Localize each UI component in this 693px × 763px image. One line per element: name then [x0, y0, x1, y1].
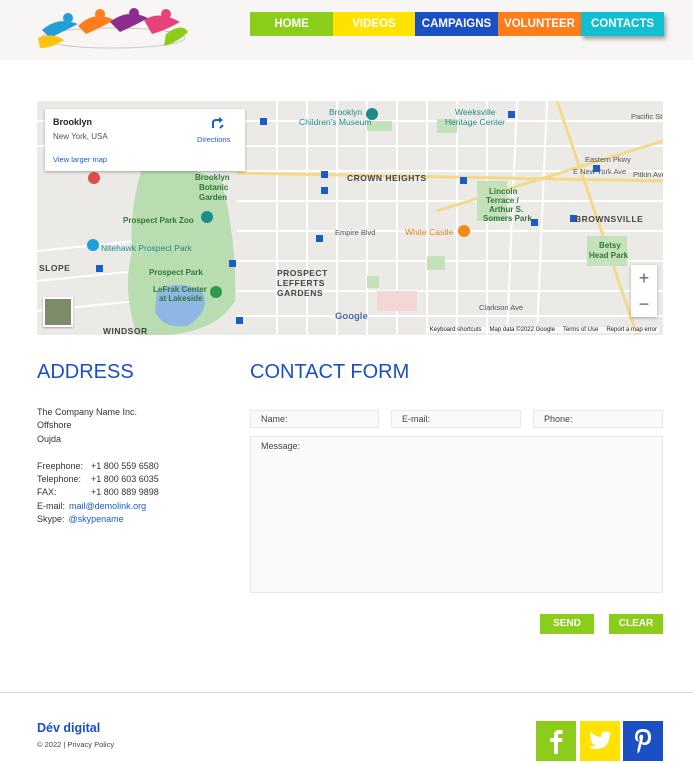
fax-row: FAX: +1 800 889 9898 [37, 486, 159, 499]
map-label-crown-heights: CROWN HEIGHTS [347, 173, 427, 183]
address-line-3: Oujda [37, 433, 62, 444]
site-logo[interactable] [38, 8, 188, 52]
telephone-label: Telephone: [37, 473, 82, 484]
nav-campaigns[interactable]: CAMPAIGNS [415, 12, 498, 36]
embedded-map[interactable]: CROWN HEIGHTS BROWNSVILLE PROSPECT LEFFE… [37, 101, 663, 335]
skype-link[interactable]: @skypename [69, 513, 124, 526]
site-header: HOME VIDEOS CAMPAIGNS VOLUNTEER CONTACTS [0, 0, 693, 60]
email-label: E-mail: [37, 500, 66, 511]
map-label-betsy: Betsy [599, 241, 621, 250]
map-label-lefferts: LEFFERTS [277, 278, 325, 288]
nav-contacts[interactable]: CONTACTS [581, 12, 664, 36]
keyboard-shortcuts-link[interactable]: Keyboard shortcuts [430, 327, 482, 333]
map-label-slope: SLOPE [39, 263, 71, 273]
map-label-lincoln-3: Arthur S. [489, 205, 524, 214]
map-label-clarkson: Clarkson Ave [479, 303, 524, 312]
report-error-link[interactable]: Report a map error [606, 327, 657, 333]
skype-row: Skype: @skypename [37, 513, 159, 526]
map-label-lincoln-4: Somers Park [483, 214, 532, 223]
map-label-prospect-park: Prospect Park [149, 268, 203, 277]
phone-input[interactable]: Phone: [533, 410, 663, 428]
facebook-button[interactable] [536, 721, 576, 761]
map-label-white-castle: White Castle [405, 227, 454, 237]
map-label-empire: Empire Blvd [335, 228, 376, 237]
telephone-value: +1 800 603 6035 [91, 473, 159, 484]
map-label-botanic-3: Garden [199, 193, 228, 202]
zoom-in-button[interactable]: + [631, 265, 657, 291]
nav-videos[interactable]: VIDEOS [333, 12, 415, 36]
nav-home[interactable]: HOME [250, 12, 333, 36]
map-label-pacific: Pacific St [631, 112, 663, 121]
footer-copyright[interactable]: © 2022 | Privacy Policy [37, 740, 114, 749]
map-label-lincoln-2: Terrace / [486, 196, 519, 205]
twitter-button[interactable] [580, 721, 620, 761]
address-block: The Company Name Inc. Offshore Oujda Fre… [37, 406, 159, 527]
contact-form-title: CONTACT FORM [250, 361, 410, 383]
map-attribution: Keyboard shortcuts Map data ©2022 Google… [427, 327, 659, 333]
view-larger-map-link[interactable]: View larger map [53, 155, 107, 164]
footer-brand: Dév digital [37, 721, 101, 735]
place-address: New York, USA [53, 132, 108, 141]
map-label-museum-2: Children's Museum [299, 117, 372, 127]
map-label-lefrak-2: at Lakeside [159, 294, 203, 303]
map-label-botanic: Brooklyn [195, 173, 230, 182]
map-label-lefrak: LeFrak Center [153, 285, 207, 294]
freephone-row: Freephone: +1 800 559 6580 [37, 460, 159, 473]
email-input[interactable]: E-mail: [391, 410, 521, 428]
map-label-weeksville-2: Heritage Center [445, 117, 506, 127]
map-data-label: Map data ©2022 Google [489, 327, 555, 333]
nav-volunteer[interactable]: VOLUNTEER [498, 12, 581, 36]
map-label-brownsville: BROWNSVILLE [575, 214, 644, 224]
fax-value: +1 800 889 9898 [91, 487, 159, 498]
company-name: The Company Name Inc. [37, 407, 138, 417]
pinterest-icon [635, 729, 651, 754]
email-row: E-mail: mail@demolink.org [37, 500, 159, 513]
map-label-zoo: Prospect Park Zoo [123, 216, 194, 225]
main-nav: HOME VIDEOS CAMPAIGNS VOLUNTEER CONTACTS [250, 12, 664, 36]
map-place-card: Brooklyn New York, USA View larger map D… [45, 109, 245, 171]
address-title: ADDRESS [37, 361, 134, 383]
fax-label: FAX: [37, 487, 57, 498]
map-label-gardens: GARDENS [277, 288, 324, 298]
map-label-museum: Brooklyn [329, 107, 363, 117]
twitter-icon [588, 731, 612, 749]
map-label-eastern: Eastern Pkwy [585, 155, 631, 164]
clear-button[interactable]: CLEAR [609, 614, 663, 634]
send-button[interactable]: SEND [540, 614, 594, 634]
google-logo: Google [335, 311, 368, 322]
freephone-label: Freephone: [37, 460, 84, 471]
zoom-control: + − [631, 265, 657, 317]
map-label-prospect: PROSPECT [277, 268, 328, 278]
freephone-value: +1 800 559 6580 [91, 460, 159, 471]
map-label-weeksville: Weeksville [455, 107, 496, 117]
map-label-botanic-2: Botanic [199, 183, 229, 192]
skype-label: Skype: [37, 514, 65, 525]
map-label-nitehawk: Nitehawk Prospect Park [101, 243, 192, 253]
terms-link[interactable]: Terms of Use [563, 327, 598, 333]
directions-link[interactable]: Directions [197, 135, 230, 144]
map-label-pitkin: Pitkin Ave [633, 170, 663, 179]
map-label-betsy-2: Head Park [589, 251, 629, 260]
address-line-2: Offshore [37, 420, 72, 431]
message-textarea[interactable]: Message: [250, 436, 663, 593]
satellite-toggle[interactable] [43, 297, 73, 327]
email-link[interactable]: mail@demolink.org [69, 500, 146, 513]
facebook-icon [550, 730, 563, 754]
telephone-row: Telephone: +1 800 603 6035 [37, 473, 159, 486]
map-label-ny-ave: E New York Ave [573, 167, 627, 176]
map-label-windsor: WINDSOR [103, 326, 148, 335]
footer-divider [0, 692, 693, 693]
pinterest-button[interactable] [623, 721, 663, 761]
directions-icon[interactable] [210, 115, 226, 131]
name-input[interactable]: Name: [250, 410, 379, 428]
map-label-lincoln: Lincoln [489, 187, 518, 196]
place-name: Brooklyn [53, 117, 93, 127]
zoom-out-button[interactable]: − [631, 291, 657, 317]
